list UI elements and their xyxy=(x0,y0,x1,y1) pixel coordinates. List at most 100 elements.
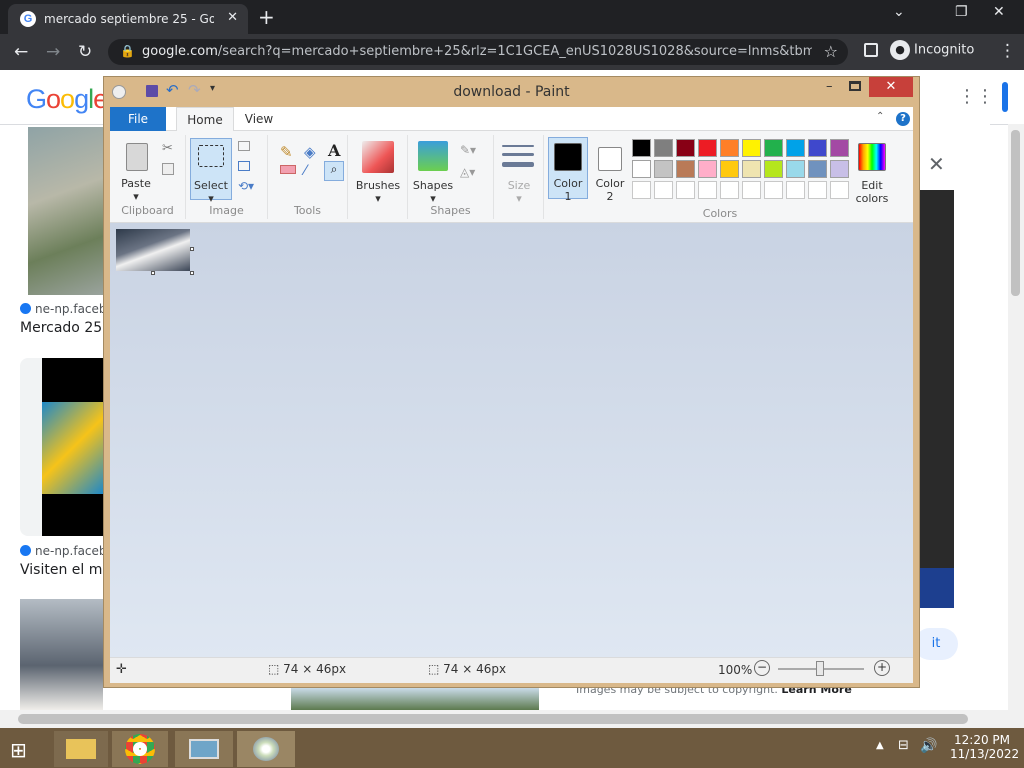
palette-swatch[interactable] xyxy=(764,160,783,178)
zoom-in-button[interactable]: + xyxy=(874,660,890,676)
menu-dots-icon[interactable]: ⋮ xyxy=(999,41,1016,61)
image-canvas[interactable] xyxy=(116,229,190,271)
palette-swatch[interactable] xyxy=(742,160,761,178)
brushes-button[interactable]: Brushes ▾ xyxy=(348,179,408,205)
collapse-ribbon-icon[interactable]: ⌃ xyxy=(876,111,884,122)
incognito-indicator[interactable]: ● Incognito xyxy=(890,40,974,60)
paint-close-button[interactable]: ✕ xyxy=(869,77,913,97)
tab-search-icon[interactable]: ⌄ xyxy=(893,4,905,20)
visit-button[interactable]: it xyxy=(914,628,958,660)
palette-swatch[interactable] xyxy=(632,139,651,157)
resize-handle-right[interactable] xyxy=(190,247,194,251)
bookmark-star-icon[interactable]: ☆ xyxy=(824,42,838,61)
restore-window-button[interactable]: ❐ xyxy=(955,4,968,20)
palette-swatch[interactable] xyxy=(808,160,827,178)
volume-icon[interactable]: 🔊 xyxy=(920,738,937,754)
palette-swatch[interactable] xyxy=(654,160,673,178)
palette-swatch[interactable] xyxy=(808,139,827,157)
result-title[interactable]: Visiten el me xyxy=(20,562,103,578)
paint-window[interactable]: ↶ ↷ ▾ download - Paint – ✕ File Home Vie… xyxy=(103,76,920,688)
close-window-button[interactable]: ✕ xyxy=(993,4,1005,20)
cut-icon[interactable]: ✂ xyxy=(162,141,173,156)
result-source[interactable]: ne-np.faceb xyxy=(20,302,107,316)
result-title[interactable]: Mercado 25 d xyxy=(20,320,103,336)
result-image[interactable] xyxy=(291,688,539,710)
paint-canvas-area[interactable] xyxy=(110,223,913,657)
help-icon[interactable]: ? xyxy=(896,112,910,126)
side-panel-icon[interactable] xyxy=(864,43,878,57)
fill-icon[interactable]: ◈ xyxy=(304,143,316,161)
result-image[interactable] xyxy=(20,599,103,710)
tab-view[interactable]: View xyxy=(234,107,284,131)
custom-color-slot[interactable] xyxy=(808,181,827,199)
taskbar-photos[interactable] xyxy=(175,731,233,767)
sign-in-button[interactable] xyxy=(1002,82,1008,112)
custom-color-slot[interactable] xyxy=(654,181,673,199)
palette-swatch[interactable] xyxy=(720,160,739,178)
custom-color-slot[interactable] xyxy=(786,181,805,199)
maximize-button[interactable] xyxy=(849,81,861,91)
paste-button[interactable]: Paste ▾ xyxy=(116,177,156,203)
crop-icon[interactable] xyxy=(238,141,250,151)
forward-button[interactable]: → xyxy=(46,42,60,62)
size-button[interactable]: Size ▾ xyxy=(494,179,544,205)
minimize-button[interactable]: – xyxy=(826,79,833,94)
google-logo[interactable]: Google xyxy=(26,84,108,115)
color2-swatch[interactable] xyxy=(598,147,622,171)
show-hidden-icons[interactable]: ▲ xyxy=(876,740,884,751)
palette-swatch[interactable] xyxy=(786,160,805,178)
horizontal-scrollbar-thumb[interactable] xyxy=(18,714,968,724)
result-image[interactable] xyxy=(28,127,103,295)
palette-swatch[interactable] xyxy=(698,160,717,178)
palette-swatch[interactable] xyxy=(676,160,695,178)
custom-color-slot[interactable] xyxy=(742,181,761,199)
palette-swatch[interactable] xyxy=(720,139,739,157)
edit-colors-button[interactable]: Edit colors xyxy=(850,179,894,205)
paint-title-bar[interactable]: ↶ ↷ ▾ download - Paint – ✕ xyxy=(104,77,919,107)
custom-color-slot[interactable] xyxy=(830,181,849,199)
custom-color-slot[interactable] xyxy=(764,181,783,199)
custom-color-slot[interactable] xyxy=(698,181,717,199)
address-bar[interactable]: 🔒 google.com/search?q=mercado+septiembre… xyxy=(108,39,848,65)
palette-swatch[interactable] xyxy=(698,139,717,157)
palette-swatch[interactable] xyxy=(676,139,695,157)
eraser-icon[interactable] xyxy=(280,165,296,174)
palette-swatch[interactable] xyxy=(830,139,849,157)
rotate-icon[interactable]: ⟲▾ xyxy=(238,179,254,193)
resize-icon[interactable] xyxy=(238,161,250,171)
pencil-icon[interactable]: ✎ xyxy=(280,143,293,161)
close-preview-icon[interactable]: ✕ xyxy=(928,152,945,176)
preview-image[interactable] xyxy=(920,190,954,608)
shapes-button[interactable]: Shapes ▾ xyxy=(408,179,458,205)
color-picker-icon[interactable]: ⁄ xyxy=(304,163,306,179)
custom-color-slot[interactable] xyxy=(632,181,651,199)
resize-handle-corner[interactable] xyxy=(190,271,194,275)
file-menu-button[interactable]: File xyxy=(110,107,166,131)
back-button[interactable]: ← xyxy=(14,42,28,62)
tab-home[interactable]: Home xyxy=(176,107,234,131)
close-tab-icon[interactable]: ✕ xyxy=(227,10,238,25)
custom-color-slot[interactable] xyxy=(720,181,739,199)
palette-swatch[interactable] xyxy=(764,139,783,157)
magnifier-icon[interactable]: ⌕ xyxy=(324,161,344,181)
apps-grid-icon[interactable]: ⋮⋮ xyxy=(958,86,994,107)
zoom-slider-thumb[interactable] xyxy=(816,661,824,676)
browser-tab[interactable]: G mercado septiembre 25 - Google ✕ xyxy=(8,4,248,34)
palette-swatch[interactable] xyxy=(654,139,673,157)
reload-button[interactable]: ↻ xyxy=(78,42,92,62)
start-button[interactable]: ⊞ xyxy=(10,738,36,762)
result-source[interactable]: ne-np.faceb xyxy=(20,544,107,558)
vertical-scrollbar-thumb[interactable] xyxy=(1011,130,1020,296)
palette-swatch[interactable] xyxy=(632,160,651,178)
taskbar-chrome[interactable] xyxy=(112,731,168,767)
palette-swatch[interactable] xyxy=(830,160,849,178)
fill-shape-icon[interactable]: ◬▾ xyxy=(460,165,475,179)
new-tab-button[interactable]: + xyxy=(258,5,275,29)
palette-swatch[interactable] xyxy=(742,139,761,157)
custom-color-slot[interactable] xyxy=(676,181,695,199)
taskbar-paint[interactable] xyxy=(237,731,295,767)
system-clock[interactable]: 12:20 PM 11/13/2022 xyxy=(950,733,1019,761)
text-tool-icon[interactable]: A xyxy=(328,141,340,160)
resize-handle-bottom[interactable] xyxy=(151,271,155,275)
zoom-out-button[interactable]: − xyxy=(754,660,770,676)
